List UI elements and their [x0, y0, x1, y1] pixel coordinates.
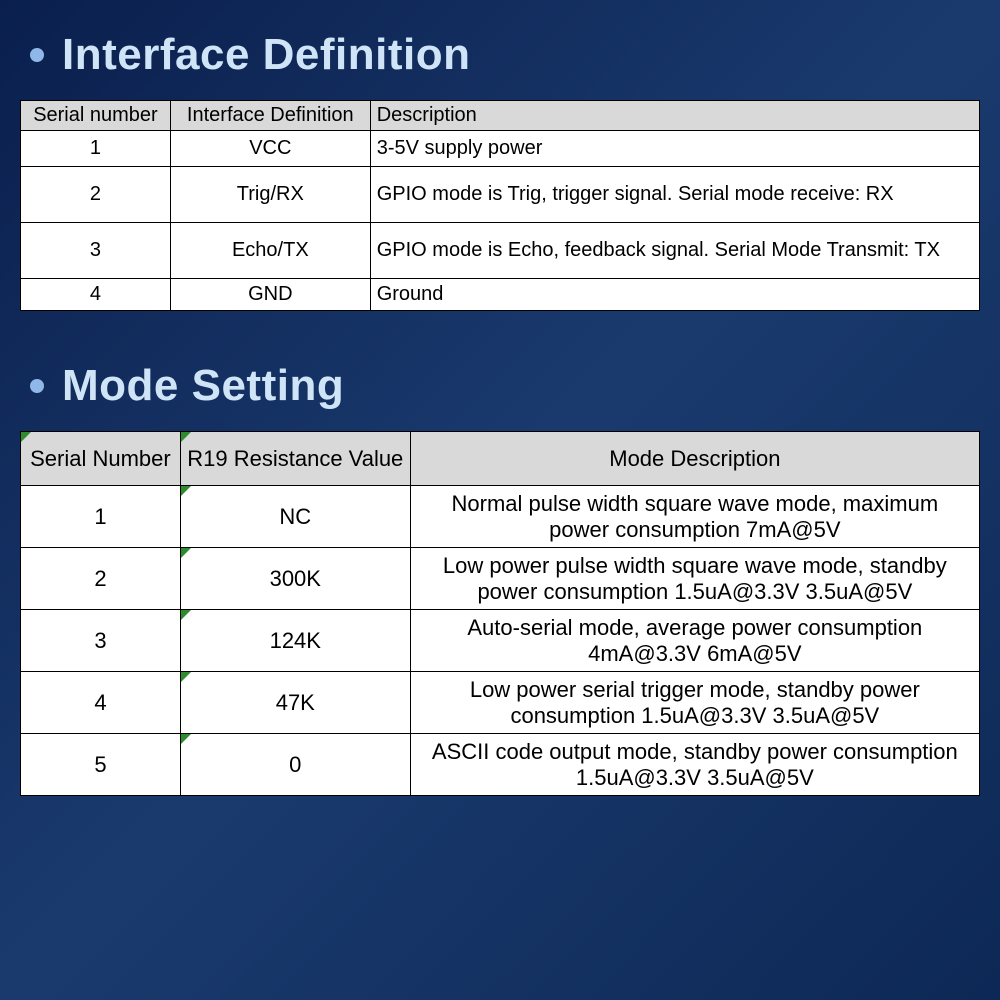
table-row: 2 Trig/RX GPIO mode is Trig, trigger sig… [21, 167, 980, 223]
bullet-icon [30, 48, 44, 62]
cell-serial: 3 [21, 610, 181, 672]
mode-heading-text: Mode Setting [62, 361, 344, 411]
table-row: 3 124K Auto-serial mode, average power c… [21, 610, 980, 672]
table-row: 1 NC Normal pulse width square wave mode… [21, 486, 980, 548]
cell-mode-description: Low power pulse width square wave mode, … [410, 548, 979, 610]
header-interface-definition: Interface Definition [170, 101, 370, 131]
table-row: 1 VCC 3-5V supply power [21, 131, 980, 167]
cell-mode-description: Low power serial trigger mode, standby p… [410, 672, 979, 734]
header-resistance-value: R19 Resistance Value [180, 432, 410, 486]
cell-serial: 2 [21, 167, 171, 223]
bullet-icon [30, 379, 44, 393]
table-row: 2 300K Low power pulse width square wave… [21, 548, 980, 610]
table-row: 4 GND Ground [21, 279, 980, 311]
table-row: 5 0 ASCII code output mode, standby powe… [21, 734, 980, 796]
cell-serial: 3 [21, 223, 171, 279]
header-serial-number: Serial number [21, 101, 171, 131]
header-serial-number: Serial Number [21, 432, 181, 486]
cell-mode-description: ASCII code output mode, standby power co… [410, 734, 979, 796]
interface-definition-heading: Interface Definition [0, 0, 1000, 100]
table-header-row: Serial number Interface Definition Descr… [21, 101, 980, 131]
cell-mode-description: Auto-serial mode, average power consumpt… [410, 610, 979, 672]
cell-serial: 5 [21, 734, 181, 796]
header-mode-description: Mode Description [410, 432, 979, 486]
cell-serial: 2 [21, 548, 181, 610]
mode-setting-table: Serial Number R19 Resistance Value Mode … [20, 431, 980, 796]
table-header-row: Serial Number R19 Resistance Value Mode … [21, 432, 980, 486]
cell-definition: Echo/TX [170, 223, 370, 279]
cell-resistance: 300K [180, 548, 410, 610]
table-row: 3 Echo/TX GPIO mode is Echo, feedback si… [21, 223, 980, 279]
cell-resistance: 124K [180, 610, 410, 672]
cell-definition: GND [170, 279, 370, 311]
cell-description: GPIO mode is Trig, trigger signal. Seria… [370, 167, 979, 223]
interface-heading-text: Interface Definition [62, 30, 471, 80]
cell-definition: VCC [170, 131, 370, 167]
cell-description: Ground [370, 279, 979, 311]
cell-description: GPIO mode is Echo, feedback signal. Seri… [370, 223, 979, 279]
mode-setting-heading: Mode Setting [0, 331, 1000, 431]
table-row: 4 47K Low power serial trigger mode, sta… [21, 672, 980, 734]
cell-serial: 4 [21, 279, 171, 311]
interface-definition-table: Serial number Interface Definition Descr… [20, 100, 980, 311]
cell-definition: Trig/RX [170, 167, 370, 223]
cell-serial: 1 [21, 486, 181, 548]
cell-resistance: 47K [180, 672, 410, 734]
cell-serial: 1 [21, 131, 171, 167]
cell-description: 3-5V supply power [370, 131, 979, 167]
cell-serial: 4 [21, 672, 181, 734]
cell-resistance: 0 [180, 734, 410, 796]
header-description: Description [370, 101, 979, 131]
cell-resistance: NC [180, 486, 410, 548]
cell-mode-description: Normal pulse width square wave mode, max… [410, 486, 979, 548]
